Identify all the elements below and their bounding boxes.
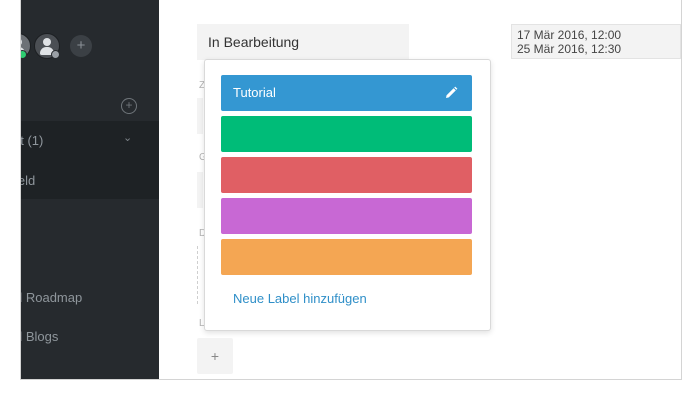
label-name: Tutorial	[233, 85, 276, 100]
add-member-button[interactable]: +	[70, 35, 92, 57]
field-input[interactable]	[197, 98, 203, 134]
status-field[interactable]: In Bearbeitung	[197, 24, 409, 60]
sidebar-item-field[interactable]: ield	[21, 173, 35, 188]
sidebar-item-board[interactable]: nt (1)	[21, 133, 43, 148]
offline-status-dot	[51, 50, 60, 59]
label-orange[interactable]	[221, 239, 472, 275]
app-frame: + + nt (1) ⌄ ield d Roadmap d Blogs In B…	[20, 0, 682, 380]
attachment-dropzone[interactable]	[197, 246, 204, 304]
add-new-label-link[interactable]: Neue Label hinzufügen	[233, 291, 367, 306]
label-green[interactable]	[221, 116, 472, 152]
end-date: 25 Mär 2016, 12:30	[517, 42, 622, 56]
add-list-button[interactable]: +	[121, 98, 137, 114]
sidebar-item-blogs[interactable]: d Blogs	[21, 329, 58, 344]
date-range[interactable]: 17 Mär 2016, 12:00 25 Mär 2016, 12:30	[511, 24, 681, 59]
chevron-down-icon[interactable]: ⌄	[123, 131, 132, 144]
start-date: 17 Mär 2016, 12:00	[517, 28, 622, 42]
add-label-button[interactable]: +	[197, 338, 233, 374]
field-input[interactable]	[197, 172, 203, 208]
label-popover: Tutorial Neue Label hinzufügen	[204, 59, 491, 331]
label-tutorial[interactable]: Tutorial	[221, 75, 472, 111]
online-status-dot	[21, 50, 27, 59]
label-purple[interactable]	[221, 198, 472, 234]
sidebar: + + nt (1) ⌄ ield d Roadmap d Blogs	[21, 0, 159, 379]
label-red[interactable]	[221, 157, 472, 193]
sidebar-item-roadmap[interactable]: d Roadmap	[21, 290, 82, 305]
pencil-icon[interactable]	[444, 86, 458, 100]
